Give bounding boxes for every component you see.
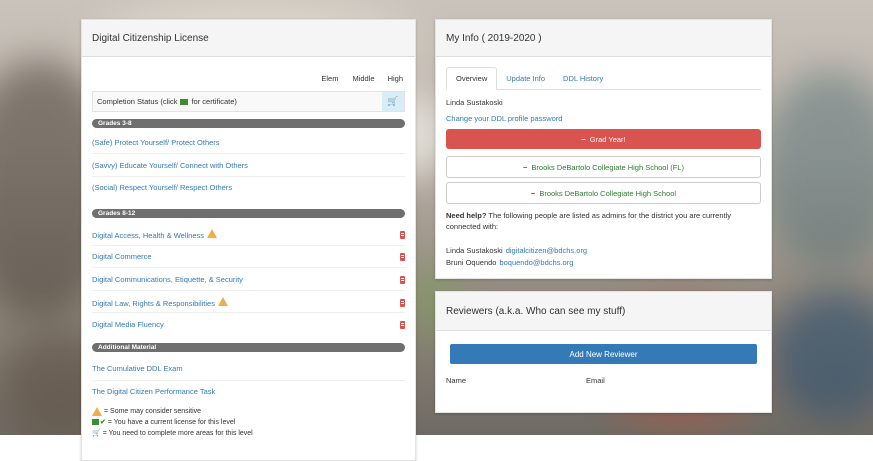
admin-email-link[interactable]: boquendo@bdchs.org bbox=[499, 258, 573, 267]
list-item-social[interactable]: (Social) Respect Yourself/ Respect Other… bbox=[92, 183, 405, 192]
reviewers-panel: Reviewers (a.k.a. Who can see my stuff) … bbox=[435, 291, 772, 413]
cart-icon[interactable]: 🛒 bbox=[382, 92, 404, 111]
module-link[interactable]: (Savvy) Educate Yourself/ Connect with O… bbox=[92, 161, 248, 170]
column-email: Email bbox=[586, 376, 605, 385]
minus-icon: − bbox=[523, 162, 528, 172]
reviewers-table-header: Name Email bbox=[446, 376, 761, 385]
cart-icon: 🛒 bbox=[92, 430, 101, 437]
panel-title: My Info ( 2019-2020 ) bbox=[446, 32, 542, 44]
module-link[interactable]: The Cumulative DDL Exam bbox=[92, 364, 183, 373]
school-label: Brooks DeBartolo Collegiate High School … bbox=[531, 162, 684, 172]
legend-text: = Some may consider sensitive bbox=[104, 408, 202, 415]
legend-need-more: 🛒 = You need to complete more areas for … bbox=[92, 429, 405, 438]
admin-name: Linda Sustakoski bbox=[446, 246, 503, 255]
section-grades-8-12: Grades 8-12 bbox=[92, 209, 405, 218]
certificate-icon bbox=[92, 419, 99, 425]
list-item-performance-task[interactable]: The Digital Citizen Performance Task bbox=[92, 387, 405, 396]
change-password-link[interactable]: Change your DDL profile password bbox=[446, 114, 761, 123]
incomplete-document-icon[interactable] bbox=[400, 230, 405, 239]
grad-year-button[interactable]: − Grad Year! bbox=[446, 129, 761, 149]
module-link[interactable]: (Social) Respect Yourself/ Respect Other… bbox=[92, 183, 232, 192]
admin-email-link[interactable]: digitalcitizen@bdchs.org bbox=[506, 246, 587, 255]
level-middle: Middle bbox=[352, 74, 375, 83]
certificate-icon bbox=[180, 98, 189, 105]
legend-license: ✔ = You have a current license for this … bbox=[92, 418, 405, 426]
warning-icon bbox=[92, 407, 102, 416]
section-additional-material: Additional Material bbox=[92, 343, 405, 352]
school-button-fl[interactable]: − Brooks DeBartolo Collegiate High Schoo… bbox=[446, 156, 761, 178]
check-icon: ✔ bbox=[100, 419, 106, 426]
help-body: The following people are listed as admin… bbox=[446, 211, 732, 231]
my-info-panel: My Info ( 2019-2020 ) Overview Update In… bbox=[435, 19, 772, 279]
incomplete-document-icon[interactable] bbox=[400, 298, 405, 307]
school-label: Brooks DeBartolo Collegiate High School bbox=[539, 188, 677, 198]
tab-ddl-history[interactable]: DDL History bbox=[554, 67, 612, 89]
help-bold: Need help? bbox=[446, 211, 487, 220]
warning-icon bbox=[207, 229, 217, 238]
legend-sensitive: = Some may consider sensitive bbox=[92, 407, 405, 416]
add-new-reviewer-button[interactable]: Add New Reviewer bbox=[450, 344, 757, 364]
module-link[interactable]: Digital Law, Rights & Responsibilities bbox=[92, 299, 215, 308]
module-link[interactable]: Digital Access, Health & Wellness bbox=[92, 231, 204, 240]
info-tabs: Overview Update Info DDL History bbox=[446, 67, 761, 90]
completion-status-row: Completion Status (click for certificate… bbox=[92, 91, 405, 112]
panel-header: Reviewers (a.k.a. Who can see my stuff) bbox=[436, 292, 771, 331]
list-item-law[interactable]: Digital Law, Rights & Responsibilities bbox=[92, 297, 405, 308]
incomplete-document-icon[interactable] bbox=[400, 252, 405, 261]
grad-year-label: Grad Year! bbox=[589, 134, 626, 144]
level-headers: Elem Middle High bbox=[92, 74, 405, 83]
list-item-access[interactable]: Digital Access, Health & Wellness bbox=[92, 229, 405, 240]
list-item-safe[interactable]: (Safe) Protect Yourself/ Protect Others bbox=[92, 138, 405, 147]
incomplete-document-icon[interactable] bbox=[400, 275, 405, 284]
admin-row: Bruni Oquendo boquendo@bdchs.org bbox=[446, 258, 761, 267]
user-name: Linda Sustakoski bbox=[446, 98, 503, 107]
school-button[interactable]: − Brooks DeBartolo Collegiate High Schoo… bbox=[446, 182, 761, 204]
level-high: High bbox=[387, 74, 403, 83]
panel-title: Reviewers (a.k.a. Who can see my stuff) bbox=[446, 305, 626, 317]
incomplete-document-icon[interactable] bbox=[400, 320, 405, 329]
minus-icon: − bbox=[581, 134, 586, 144]
module-link[interactable]: (Safe) Protect Yourself/ Protect Others bbox=[92, 138, 220, 147]
list-item-media[interactable]: Digital Media Fluency bbox=[92, 320, 405, 329]
list-item-savvy[interactable]: (Savvy) Educate Yourself/ Connect with O… bbox=[92, 161, 405, 170]
list-item-commerce[interactable]: Digital Commerce bbox=[92, 252, 405, 261]
module-link[interactable]: The Digital Citizen Performance Task bbox=[92, 387, 215, 396]
level-elem: Elem bbox=[321, 74, 339, 83]
tab-overview[interactable]: Overview bbox=[446, 67, 498, 90]
list-item-exam[interactable]: The Cumulative DDL Exam bbox=[92, 364, 405, 373]
admin-name: Bruni Oquendo bbox=[446, 258, 497, 267]
panel-title: Digital Citizenship License bbox=[92, 32, 209, 44]
warning-icon bbox=[217, 297, 228, 306]
panel-header: My Info ( 2019-2020 ) bbox=[436, 20, 771, 57]
tab-update-info[interactable]: Update Info bbox=[497, 67, 554, 89]
column-name: Name bbox=[446, 376, 467, 385]
module-link[interactable]: Digital Commerce bbox=[92, 252, 152, 261]
section-grades-3-8: Grades 3-8 bbox=[92, 119, 405, 128]
panel-header: Digital Citizenship License bbox=[82, 20, 415, 57]
digital-citizenship-license-panel: Digital Citizenship License Elem Middle … bbox=[81, 19, 416, 461]
completion-status-suffix: for certificate) bbox=[191, 97, 237, 106]
module-link[interactable]: Digital Communications, Etiquette, & Sec… bbox=[92, 275, 243, 284]
change-password-text[interactable]: Change your DDL profile password bbox=[446, 114, 562, 123]
minus-icon: − bbox=[530, 188, 536, 198]
module-link[interactable]: Digital Media Fluency bbox=[92, 320, 164, 329]
legend-text: = You have a current license for this le… bbox=[107, 418, 236, 426]
completion-status-label: Completion Status (click bbox=[97, 97, 178, 106]
list-item-communications[interactable]: Digital Communications, Etiquette, & Sec… bbox=[92, 275, 405, 284]
help-text: Need help? The following people are list… bbox=[446, 210, 761, 232]
legend-text: = You need to complete more areas for th… bbox=[102, 429, 253, 437]
admin-row: Linda Sustakoski digitalcitizen@bdchs.or… bbox=[446, 246, 761, 255]
